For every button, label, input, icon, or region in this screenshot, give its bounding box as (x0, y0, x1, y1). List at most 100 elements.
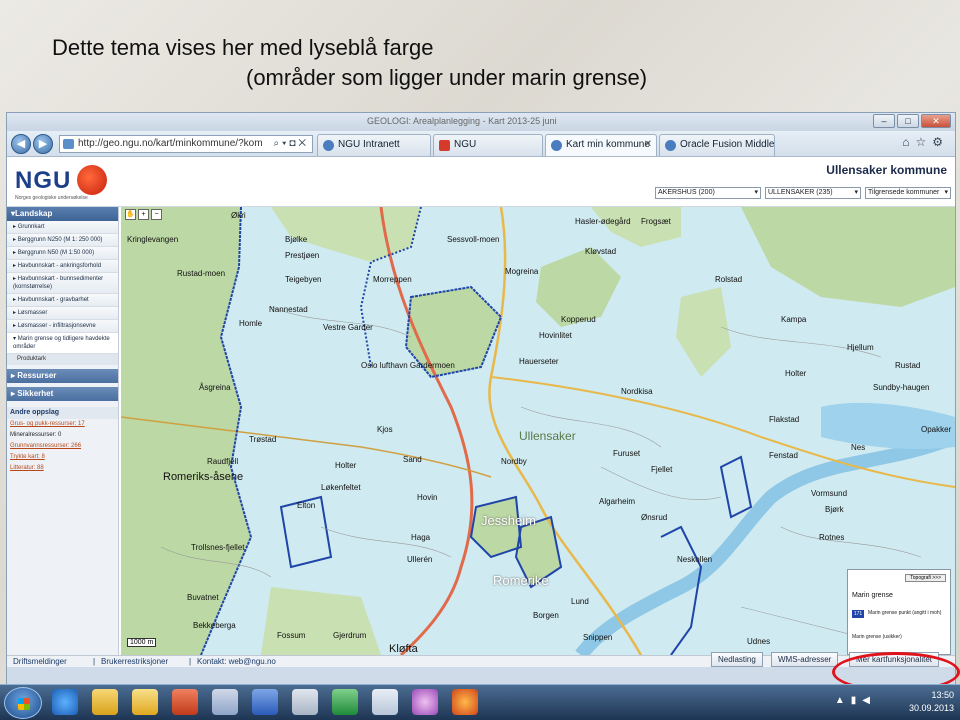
sidebar-item-grunnkart[interactable]: ▸ Grunnkart (7, 221, 118, 234)
legend-symbol: 171 (852, 610, 864, 618)
map-label: Homle (239, 319, 263, 328)
calculator-icon[interactable] (212, 689, 238, 715)
link-trykte-kart[interactable]: Trykte kart: 8 (7, 452, 118, 463)
map-label: Hovin (417, 493, 438, 502)
map-label: Morreppen (373, 275, 412, 284)
legend-item-2: Marin grense (usikker) (852, 634, 902, 640)
clock-date: 30.09.2013 (908, 703, 954, 713)
outlook-icon[interactable] (132, 689, 158, 715)
ie-icon (551, 140, 562, 151)
close-tab-icon[interactable]: ✕ (644, 135, 652, 155)
sidebar-section-ressurser[interactable]: ▸ Ressurser (7, 369, 118, 383)
tab-kart-min-kommune[interactable]: Kart min kommune ✕ (545, 134, 657, 156)
word-icon[interactable] (252, 689, 278, 715)
map-label: Mogreina (505, 267, 539, 276)
sidebar-item-berggrunn-n50[interactable]: ▸ Berggrunn N50 (M 1:50 000) (7, 247, 118, 260)
separator: | (189, 657, 192, 666)
map-label: Romeriks-åsene (163, 471, 244, 483)
map-label: Borgen (533, 611, 559, 620)
map-label: Fossum (277, 631, 306, 640)
sidebar-item-losmasser[interactable]: ▸ Løsmasser (7, 307, 118, 320)
zoom-in-icon[interactable]: + (138, 209, 149, 220)
map-label: Økri (231, 211, 246, 220)
map-label: Raudfjell (207, 457, 239, 466)
browser-nav-row: ◀ ▶ http://geo.ngu.no/kart/minkommune/?k… (7, 131, 955, 157)
tab-label: NGU Intranett (338, 139, 400, 150)
map-label: Rolstad (715, 275, 743, 284)
pan-icon[interactable]: ✋ (125, 209, 136, 220)
fylke-select[interactable]: AKERSHUS (200) (655, 187, 761, 199)
sidebar-item-havbunn-sediment[interactable]: ▸ Havbunnskart - bunnsedimenter (kornstø… (7, 273, 118, 294)
excel-icon[interactable] (332, 689, 358, 715)
clock[interactable]: 13:50 30.09.2013 (909, 689, 954, 715)
link-litteratur[interactable]: Litteratur: 88 (7, 463, 118, 474)
map-label: Udnes (747, 637, 771, 646)
start-button[interactable] (4, 687, 42, 719)
sidebar-subitem-produktark[interactable]: Produktark (7, 354, 118, 365)
map-label: Hjellum (847, 343, 874, 352)
sidebar-item-havbunn-ankring[interactable]: ▸ Havbunnskart - ankringsforhold (7, 260, 118, 273)
nedlasting-button[interactable]: Nedlasting (711, 652, 763, 667)
map-label: Nes (851, 443, 866, 452)
ie-icon[interactable] (52, 689, 78, 715)
slide-title-line1: Dette tema vises her med lyseblå farge (52, 35, 434, 60)
sidebar-section-sikkerhet[interactable]: ▸ Sikkerhet (7, 387, 118, 401)
tab-oracle-fusion[interactable]: Oracle Fusion Middlew... (659, 134, 775, 156)
window-title: GEOLOGI: Arealplanlegging - Kart 2013-25… (367, 116, 557, 126)
address-bar[interactable]: http://geo.ngu.no/kart/minkommune/?kom ⌕… (59, 135, 313, 153)
sidebar-item-havbunn-gravbarhet[interactable]: ▸ Havbunnskart - gravbarhet (7, 294, 118, 307)
wms-adresser-button[interactable]: WMS-adresser (771, 652, 839, 667)
map-label: Åsgreina (199, 383, 231, 392)
firefox-icon[interactable] (452, 689, 478, 715)
map-label: Romerike (493, 573, 549, 588)
paint-icon[interactable] (412, 689, 438, 715)
snipping-icon[interactable] (372, 689, 398, 715)
forward-button[interactable]: ▶ (33, 134, 53, 154)
notepad-icon[interactable] (292, 689, 318, 715)
address-tools[interactable]: ⌕▾◘✕ (274, 136, 309, 152)
map-label: Oslo lufthavn Gardermoen (361, 361, 455, 370)
map-label: Opakker (921, 425, 952, 434)
close-button[interactable]: ✕ (921, 114, 951, 128)
map-label: Holter (785, 369, 807, 378)
map-view[interactable]: ✋ + − Økri Kringlevangen Bjølke Prestjøe… (121, 207, 955, 655)
sidebar-item-marin-grense[interactable]: ▾ Marin grense og tidligere havdekte omr… (7, 333, 118, 354)
neighbor-select[interactable]: Tilgrensede kommuner (865, 187, 951, 199)
sidebar-item-losmasser-infiltrasjon[interactable]: ▸ Løsmasser - infiltrasjonsevne (7, 320, 118, 333)
link-brukerrestriksjoner[interactable]: Brukerrestriksjoner (101, 656, 168, 667)
map-label: Fenstad (769, 451, 798, 460)
tab-ngu[interactable]: NGU (433, 134, 543, 156)
zoom-out-icon[interactable]: − (151, 209, 162, 220)
link-kontakt[interactable]: Kontakt: web@ngu.no (197, 656, 276, 667)
kommune-select[interactable]: ULLENSAKER (235) (765, 187, 861, 199)
tab-label: Kart min kommune (566, 139, 650, 150)
maximize-button[interactable]: □ (897, 114, 919, 128)
link-driftsmeldinger[interactable]: Driftsmeldinger (13, 656, 67, 667)
map-label: Hasler-ødegård (575, 217, 631, 226)
map-label: Ullensaker (519, 429, 576, 443)
map-label: Neskollen (677, 555, 713, 564)
topografi-button[interactable]: Topografi >>> (905, 574, 946, 582)
link-grus-pukk[interactable]: Grus- og pukk-ressurser: 17 (7, 419, 118, 430)
tab-ngu-intranett[interactable]: NGU Intranett (317, 134, 431, 156)
site-icon (63, 139, 74, 149)
sidebar-item-label: Løsmasser - infiltrasjonsevne (17, 323, 96, 329)
sidebar-head-landskap[interactable]: ▾Landskap (7, 207, 118, 221)
minimize-button[interactable]: – (873, 114, 895, 128)
tab-label: NGU (454, 139, 477, 150)
map-toolbar: ✋ + − (125, 209, 162, 220)
back-button[interactable]: ◀ (11, 134, 31, 154)
map-label: Bjølke (285, 235, 308, 244)
map-label: Furuset (613, 449, 641, 458)
ngu-logo[interactable]: NGU (15, 167, 71, 195)
kommune-title: Ullensaker kommune (826, 163, 947, 177)
browser-tools[interactable]: ⌂☆⚙ (902, 135, 949, 149)
system-tray-icons[interactable]: ▲▮◀ (835, 695, 876, 706)
folder-icon[interactable] (92, 689, 118, 715)
window-titlebar: GEOLOGI: Arealplanlegging - Kart 2013-25… (7, 113, 955, 131)
sidebar-item-berggrunn-n250[interactable]: ▸ Berggrunn N250 (M 1: 250 000) (7, 234, 118, 247)
map-label: Kopperud (561, 315, 596, 324)
map-label: Sessvoll-moen (447, 235, 500, 244)
powerpoint-icon[interactable] (172, 689, 198, 715)
link-grunnvann[interactable]: Grunnvannsressurser: 266 (7, 441, 118, 452)
